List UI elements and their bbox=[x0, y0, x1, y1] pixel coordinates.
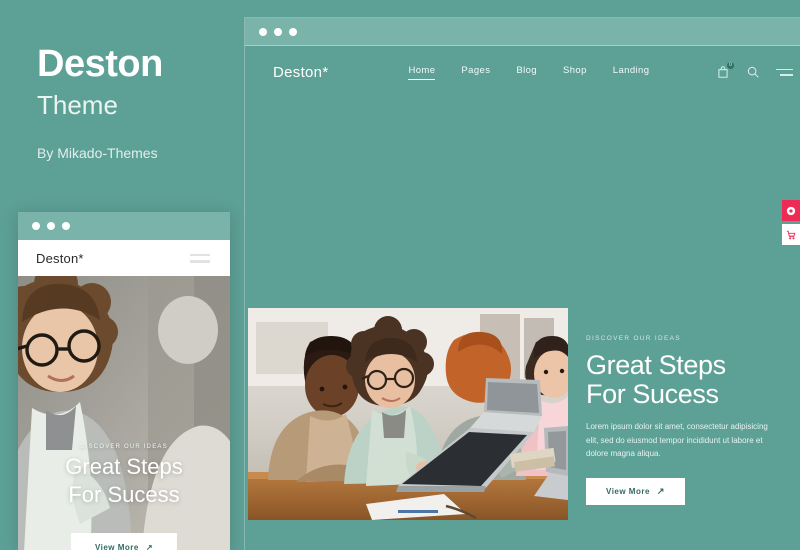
mobile-titlebar bbox=[18, 212, 230, 240]
promo-title: Deston bbox=[37, 43, 163, 85]
mobile-hero-title-line2: For Sucess bbox=[68, 482, 180, 508]
mobile-hero-section: DISCOVER OUR IDEAS Great Steps For Suces… bbox=[18, 276, 230, 550]
mobile-site-logo[interactable]: Deston* bbox=[36, 251, 84, 266]
desktop-browser-mockup: Deston* Home Pages Blog Shop Landing 0 D… bbox=[245, 18, 800, 550]
promo-author: By Mikado-Themes bbox=[37, 144, 158, 161]
cart-button[interactable] bbox=[782, 224, 800, 245]
window-dot-red[interactable] bbox=[259, 27, 267, 36]
shopping-cart-icon bbox=[786, 230, 796, 239]
purchase-button[interactable] bbox=[782, 200, 800, 221]
nav-item-home[interactable]: Home bbox=[408, 65, 436, 80]
window-dot-yellow[interactable] bbox=[274, 27, 282, 36]
nav-tools: 0 bbox=[716, 62, 793, 79]
mobile-hero-photo bbox=[18, 276, 230, 550]
site-logo[interactable]: Deston* bbox=[273, 64, 328, 81]
promo-panel: Deston Theme By Mikado-Themes bbox=[37, 43, 247, 161]
mobile-window-dot-red[interactable] bbox=[32, 222, 40, 230]
hero-title-line2: For Sucess bbox=[586, 379, 719, 410]
nav-item-landing[interactable]: Landing bbox=[613, 65, 650, 79]
shopping-bag-icon[interactable]: 0 bbox=[716, 62, 734, 79]
hero-view-more-label: View More bbox=[606, 486, 650, 496]
floating-action-buttons bbox=[782, 200, 800, 245]
mobile-navbar: Deston* bbox=[18, 240, 230, 276]
hero-title-line1: Great Steps bbox=[586, 350, 726, 380]
screenshot-root: Deston Theme By Mikado-Themes Deston* Ho… bbox=[0, 0, 800, 550]
mobile-window-dot-green[interactable] bbox=[62, 222, 70, 230]
mobile-arrow-up-right-icon: ↗ bbox=[145, 543, 154, 550]
circle-target-icon bbox=[786, 206, 796, 215]
mobile-window-dot-yellow[interactable] bbox=[47, 222, 55, 230]
window-dot-green[interactable] bbox=[289, 27, 297, 36]
hero-paragraph: Lorem ipsum dolor sit amet, consectetur … bbox=[586, 422, 768, 458]
mobile-hamburger-menu-icon[interactable] bbox=[190, 253, 210, 263]
cart-count-badge: 0 bbox=[727, 62, 734, 69]
hamburger-menu-icon[interactable] bbox=[776, 68, 793, 76]
nav-item-shop[interactable]: Shop bbox=[563, 65, 587, 79]
nav-item-pages[interactable]: Pages bbox=[461, 65, 490, 79]
hero-eyebrow: DISCOVER OUR IDEAS bbox=[586, 335, 681, 342]
mobile-hero-eyebrow: DISCOVER OUR IDEAS bbox=[80, 444, 168, 450]
search-icon[interactable] bbox=[746, 65, 760, 79]
browser-titlebar bbox=[245, 18, 800, 46]
arrow-up-right-icon: ↗ bbox=[656, 485, 665, 496]
mobile-browser-mockup: Deston* DISCOVER OUR IDEAS Great Steps F… bbox=[18, 212, 230, 550]
mobile-view-more-button[interactable]: View More ↗ bbox=[70, 533, 178, 550]
mobile-hero-title-line1: Great Steps bbox=[65, 454, 183, 479]
mobile-view-more-label: View More bbox=[94, 543, 139, 550]
mobile-hero-copy: DISCOVER OUR IDEAS Great Steps For Suces… bbox=[18, 444, 230, 507]
site-navbar: Deston* Home Pages Blog Shop Landing 0 bbox=[245, 46, 800, 98]
hero-copy: DISCOVER OUR IDEAS Great Steps For Suces… bbox=[586, 335, 798, 505]
hero-photo bbox=[248, 308, 568, 520]
hero-view-more-button[interactable]: View More ↗ bbox=[586, 477, 685, 505]
nav-links: Home Pages Blog Shop Landing bbox=[408, 65, 649, 80]
promo-subtitle: Theme bbox=[37, 89, 118, 120]
hero-section: DISCOVER OUR IDEAS Great Steps For Suces… bbox=[245, 98, 800, 550]
nav-item-blog[interactable]: Blog bbox=[516, 65, 537, 79]
